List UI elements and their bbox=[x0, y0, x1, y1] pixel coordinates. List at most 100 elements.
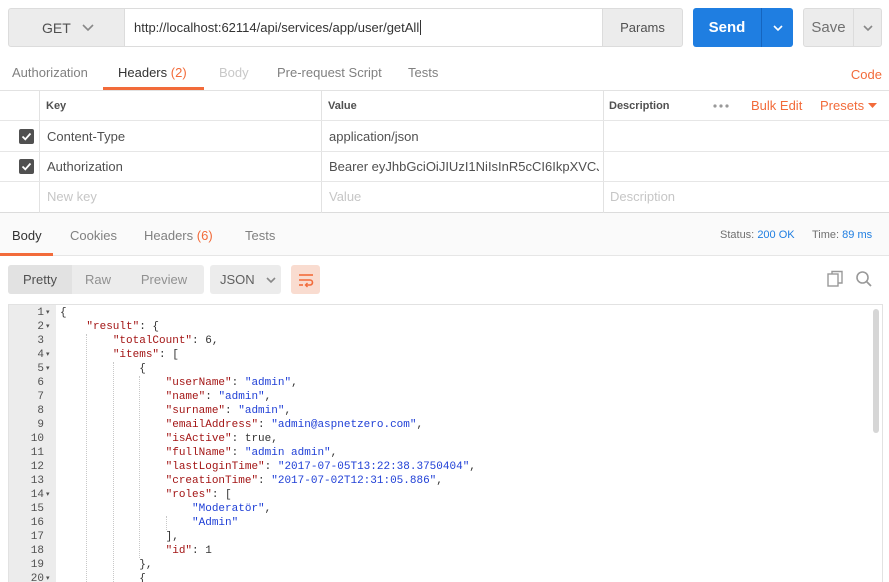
fold-toggle-icon[interactable]: ▾ bbox=[46, 572, 54, 582]
line-number: 16 bbox=[30, 517, 44, 529]
tab-label: Tests bbox=[245, 228, 276, 243]
line-number: 3 bbox=[37, 335, 44, 347]
fold-toggle-icon[interactable]: ▾ bbox=[46, 306, 54, 320]
fold-toggle-icon[interactable]: ▾ bbox=[46, 320, 54, 334]
line-number: 1 bbox=[37, 307, 44, 319]
header-key-cell[interactable]: Authorization bbox=[47, 152, 123, 182]
indent-guide bbox=[165, 516, 167, 530]
time-indicator: Time: 89 ms bbox=[812, 229, 872, 241]
fold-toggle-icon[interactable]: ▾ bbox=[46, 362, 54, 376]
tab-count-badge: (2) bbox=[170, 65, 187, 80]
header-value-cell[interactable]: Bearer eyJhbGciOiJIUzI1NiIsInR5cCI6IkpXV… bbox=[329, 152, 599, 182]
header-key-cell[interactable]: Content-Type bbox=[47, 122, 125, 152]
wrap-text-icon bbox=[298, 273, 313, 287]
presets-label: Presets bbox=[820, 98, 865, 113]
new-key-input[interactable]: New key bbox=[47, 182, 97, 212]
header-value-cell[interactable]: application/json bbox=[329, 122, 419, 152]
line-number: 18 bbox=[30, 545, 44, 557]
send-button[interactable]: Send bbox=[693, 8, 762, 47]
response-body-editor[interactable]: { "result": { "totalCount": 6, "items": … bbox=[8, 304, 883, 582]
code-line: "result": { bbox=[86, 321, 160, 333]
wrap-lines-button[interactable] bbox=[291, 265, 320, 294]
save-button-group: Save bbox=[803, 8, 882, 47]
column-header-key: Key bbox=[46, 100, 67, 112]
header-enabled-checkbox[interactable] bbox=[19, 159, 34, 174]
table-row: Authorization Bearer eyJhbGciOiJIUzI1NiI… bbox=[0, 152, 889, 182]
table-header-row: Key Value Description Bulk Edit Presets bbox=[0, 91, 889, 121]
method-selector[interactable]: GET bbox=[8, 8, 125, 47]
line-number: 2 bbox=[37, 321, 44, 333]
header-description-cell[interactable] bbox=[610, 152, 880, 182]
bulk-edit-link[interactable]: Bulk Edit bbox=[751, 91, 802, 121]
tab-label: Headers bbox=[118, 65, 168, 80]
table-row: Content-Type application/json bbox=[0, 122, 889, 152]
send-options-button[interactable] bbox=[762, 8, 793, 47]
line-number: 7 bbox=[37, 391, 44, 403]
request-tabs: Authorization Headers (2) Body Pre-reque… bbox=[0, 60, 889, 91]
format-selector[interactable]: JSON bbox=[210, 265, 281, 294]
code-line: "userName": "admin", bbox=[165, 377, 298, 389]
tab-response-body[interactable]: Body bbox=[0, 213, 53, 256]
code-line: { bbox=[60, 307, 67, 319]
line-number: 4 bbox=[37, 349, 44, 361]
code-line: "Moderatör", bbox=[192, 503, 272, 515]
indent-guide bbox=[139, 376, 141, 558]
code-line: "name": "admin", bbox=[165, 391, 272, 403]
save-button[interactable]: Save bbox=[804, 9, 854, 46]
header-enabled-checkbox[interactable] bbox=[19, 129, 34, 144]
column-header-value: Value bbox=[328, 100, 357, 112]
header-description-cell[interactable] bbox=[610, 122, 880, 152]
line-number: 9 bbox=[37, 419, 44, 431]
new-value-input[interactable]: Value bbox=[329, 182, 361, 212]
tab-cookies[interactable]: Cookies bbox=[70, 213, 117, 256]
line-number: 6 bbox=[37, 377, 44, 389]
table-row-new: New key Value Description bbox=[0, 182, 889, 212]
line-number: 10 bbox=[30, 433, 44, 445]
tab-response-tests[interactable]: Tests bbox=[245, 213, 275, 256]
code-line: }, bbox=[60, 559, 153, 571]
new-description-input[interactable]: Description bbox=[610, 182, 675, 212]
tab-headers[interactable]: Headers (2) bbox=[103, 60, 204, 90]
text-caret bbox=[420, 20, 422, 35]
tab-label: Authorization bbox=[12, 65, 88, 80]
tab-body[interactable]: Body bbox=[219, 60, 249, 90]
url-input[interactable]: http://localhost:62114/api/services/app/… bbox=[124, 8, 603, 47]
caret-down-icon bbox=[867, 103, 877, 108]
chevron-down-icon bbox=[82, 23, 94, 31]
preview-view-button[interactable]: Preview bbox=[124, 265, 204, 294]
tab-count-badge: (6) bbox=[196, 228, 213, 243]
fold-toggle-icon[interactable]: ▾ bbox=[46, 488, 54, 502]
line-number: 11 bbox=[30, 447, 44, 459]
tab-label: Cookies bbox=[70, 228, 117, 243]
line-number: 14 bbox=[30, 489, 44, 501]
fold-toggle-icon[interactable]: ▾ bbox=[46, 348, 54, 362]
presets-dropdown[interactable]: Presets bbox=[820, 91, 877, 121]
tab-label: Tests bbox=[408, 65, 439, 80]
search-icon[interactable] bbox=[853, 268, 875, 290]
headers-table: Key Value Description Bulk Edit Presets … bbox=[0, 91, 889, 213]
tab-label: Body bbox=[12, 228, 42, 243]
indent-guide bbox=[112, 362, 114, 582]
code-link[interactable]: Code bbox=[851, 67, 882, 82]
params-button[interactable]: Params bbox=[602, 8, 683, 47]
status-indicator: Status: 200 OK bbox=[720, 229, 795, 241]
tab-label: Body bbox=[219, 65, 249, 80]
code-line: "creationTime": "2017-07-02T12:31:05.886… bbox=[165, 475, 443, 487]
vertical-scrollbar[interactable] bbox=[873, 309, 879, 433]
tab-tests[interactable]: Tests bbox=[408, 60, 438, 90]
save-options-button[interactable] bbox=[854, 9, 881, 46]
pretty-view-button[interactable]: Pretty bbox=[8, 265, 72, 294]
chevron-down-icon bbox=[772, 24, 783, 31]
tab-pre-request-script[interactable]: Pre-request Script bbox=[277, 60, 382, 90]
ellipsis-icon[interactable] bbox=[712, 91, 730, 121]
send-button-group: Send bbox=[693, 8, 793, 47]
view-mode-group: Pretty Raw Preview bbox=[8, 265, 204, 294]
raw-view-button[interactable]: Raw bbox=[72, 265, 124, 294]
line-number: 15 bbox=[30, 503, 44, 515]
tab-authorization[interactable]: Authorization bbox=[12, 60, 88, 90]
line-number: 20 bbox=[30, 573, 44, 582]
checkmark-icon bbox=[21, 132, 32, 141]
code-line: "surname": "admin", bbox=[165, 405, 292, 417]
copy-icon[interactable] bbox=[824, 268, 846, 290]
tab-response-headers[interactable]: Headers (6) bbox=[144, 213, 213, 256]
